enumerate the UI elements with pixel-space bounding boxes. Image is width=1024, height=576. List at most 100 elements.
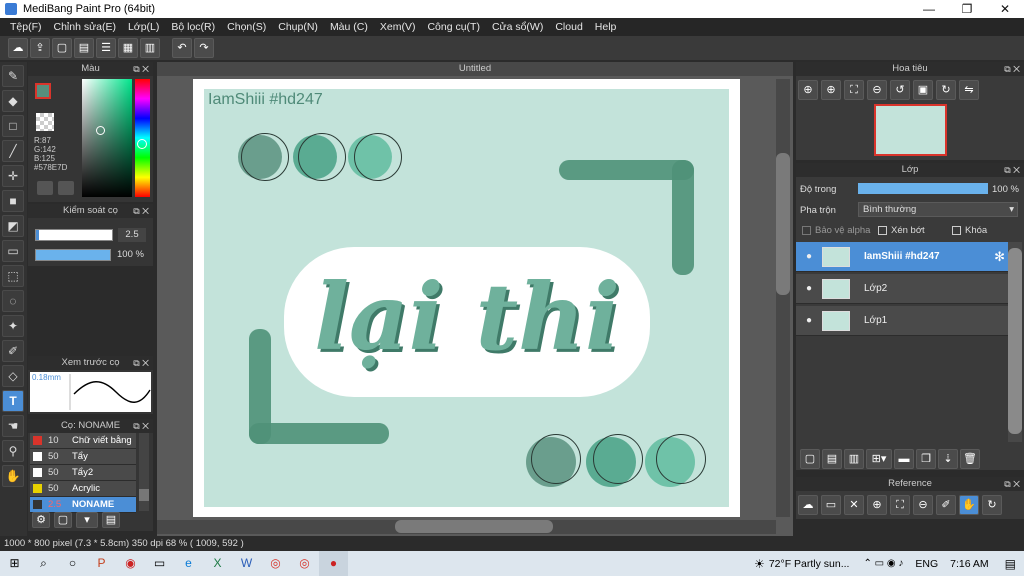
color-preset-icon-2[interactable]: [58, 181, 74, 195]
operation-tool-icon[interactable]: ☚: [2, 415, 24, 437]
menu-snap[interactable]: Chụp(N): [272, 18, 324, 36]
zoom-in-2-icon[interactable]: ⊕: [821, 80, 841, 100]
move-tool-icon[interactable]: ✛: [2, 165, 24, 187]
brush-list-item[interactable]: 50 Acrylic: [30, 481, 136, 497]
grid-icon[interactable]: ▥: [140, 38, 160, 58]
menu-layer[interactable]: Lớp(L): [122, 18, 165, 36]
layer-visibility-icon[interactable]: ●: [796, 315, 822, 326]
merge-layer-icon[interactable]: ⇣: [938, 449, 958, 469]
brush-list-item[interactable]: 10 Chữ viết bằng: [30, 433, 136, 449]
select-pen-icon[interactable]: ✐: [2, 340, 24, 362]
reference-zoom-in-icon[interactable]: ⊕: [867, 495, 887, 515]
flip-icon[interactable]: ⇋: [959, 80, 979, 100]
reference-eyedropper-icon[interactable]: ✐: [936, 495, 956, 515]
menu-filter[interactable]: Bộ lọc(R): [165, 18, 221, 36]
rotate-right-icon[interactable]: ↻: [936, 80, 956, 100]
weather-text[interactable]: 72°F Partly sun...: [769, 558, 850, 570]
reference-rotate-icon[interactable]: ↻: [982, 495, 1002, 515]
reference-open-icon[interactable]: ▭: [821, 495, 841, 515]
layers-scrollbar[interactable]: [1008, 242, 1022, 442]
hue-slider[interactable]: [135, 79, 150, 197]
canvas-area[interactable]: Untitled IamShiii #hd247 lại thi: [157, 62, 793, 536]
minimize-button[interactable]: —: [910, 0, 948, 18]
rotate-left-icon[interactable]: ↺: [890, 80, 910, 100]
panel-icon[interactable]: ▦: [118, 38, 138, 58]
delete-layer-icon[interactable]: 🗑: [960, 449, 980, 469]
brush-list-item[interactable]: 50 Tẩy2: [30, 465, 136, 481]
powerpoint-icon[interactable]: P: [87, 551, 116, 576]
redo-icon[interactable]: ↷: [194, 38, 214, 58]
new-layer-icon[interactable]: ▢: [800, 449, 820, 469]
hand-tool-icon[interactable]: ✋: [2, 465, 24, 487]
close-icon[interactable]: ⧉ ✕: [1004, 477, 1020, 491]
menu-color[interactable]: Màu (C): [324, 18, 374, 36]
saturation-value-picker[interactable]: [82, 79, 132, 197]
brush-size-value[interactable]: 2.5: [118, 228, 146, 242]
blend-select[interactable]: Bình thường ▾: [858, 202, 1018, 217]
layer-row[interactable]: ● Lớp2: [796, 274, 1008, 304]
brush-add-icon[interactable]: ⚙: [32, 512, 50, 528]
brush-opacity-slider[interactable]: [35, 249, 111, 261]
folder-icon[interactable]: ▬: [894, 449, 914, 469]
shape-tool-icon[interactable]: □: [2, 115, 24, 137]
bucket-tool-icon[interactable]: ◩: [2, 215, 24, 237]
gear-icon[interactable]: ✻: [994, 249, 1005, 265]
brush-list-item[interactable]: 2.5 NONAME: [30, 497, 136, 513]
color-preset-icon[interactable]: [37, 181, 53, 195]
layer-visibility-icon[interactable]: ●: [796, 283, 822, 294]
brush-list-scrollbar[interactable]: [139, 433, 149, 511]
new-halftone-layer-icon[interactable]: ▤: [822, 449, 842, 469]
duplicate-layer-icon[interactable]: ❐: [916, 449, 936, 469]
chrome-icon[interactable]: ◎: [261, 551, 290, 576]
zoom-in-icon[interactable]: ⊕: [798, 80, 818, 100]
canvas-hscrollbar[interactable]: [157, 520, 776, 534]
edge-icon[interactable]: e: [174, 551, 203, 576]
brush-menu-icon[interactable]: ▾: [76, 512, 98, 528]
document-tab[interactable]: Untitled: [157, 62, 793, 76]
app-icon-red[interactable]: ◉: [116, 551, 145, 576]
monitor-icon[interactable]: ▭: [145, 551, 174, 576]
transparent-color-swatch[interactable]: [36, 113, 54, 131]
text-tool-icon[interactable]: T: [2, 390, 24, 412]
canvas-paper[interactable]: IamShiii #hd247 lại thi: [193, 79, 740, 517]
chrome-icon-2[interactable]: ◎: [290, 551, 319, 576]
menu-edit[interactable]: Chỉnh sửa(E): [48, 18, 122, 36]
primary-color-swatch[interactable]: [35, 83, 51, 99]
undo-icon[interactable]: ↶: [172, 38, 192, 58]
eyedropper-icon[interactable]: ⚲: [2, 440, 24, 462]
reference-hand-icon[interactable]: ✋: [959, 495, 979, 515]
brush-size-slider[interactable]: [35, 229, 113, 241]
brush-settings-icon[interactable]: ▤: [102, 512, 120, 528]
layer-visibility-icon[interactable]: ●: [796, 251, 822, 262]
menu-view[interactable]: Xem(V): [374, 18, 422, 36]
excel-icon[interactable]: X: [203, 551, 232, 576]
brush-new-icon[interactable]: ▢: [54, 512, 72, 528]
notification-icon[interactable]: ▤: [1005, 557, 1016, 571]
tray-icons[interactable]: ⌃ ▭ ◉ ♪: [863, 558, 903, 569]
menu-window[interactable]: Cửa sổ(W): [486, 18, 549, 36]
actual-size-icon[interactable]: ▣: [913, 80, 933, 100]
reference-cloud-icon[interactable]: ☁: [798, 495, 818, 515]
upload-icon[interactable]: ⇪: [30, 38, 50, 58]
close-icon[interactable]: ⧉ ✕: [1004, 62, 1020, 76]
new-8bit-layer-icon[interactable]: ▥: [844, 449, 864, 469]
menu-file[interactable]: Tệp(F): [4, 18, 48, 36]
medibang-icon[interactable]: ●: [319, 551, 348, 576]
zoom-out-icon[interactable]: ⊖: [867, 80, 887, 100]
lock-checkbox[interactable]: [952, 226, 961, 235]
search-icon[interactable]: ⌕: [29, 551, 58, 576]
select-eraser-icon[interactable]: ◇: [2, 365, 24, 387]
reference-close-icon[interactable]: ✕: [844, 495, 864, 515]
brush-tool-icon[interactable]: ✎: [2, 65, 24, 87]
close-icon[interactable]: ⧉ ✕: [133, 204, 149, 218]
hue-slider-handle[interactable]: [137, 139, 147, 149]
task-view-icon[interactable]: ○: [58, 551, 87, 576]
gradient-tool-icon[interactable]: ▭: [2, 240, 24, 262]
close-button[interactable]: ✕: [986, 0, 1024, 18]
line-tool-icon[interactable]: ╱: [2, 140, 24, 162]
eraser-tool-icon[interactable]: ◆: [2, 90, 24, 112]
cloud-icon[interactable]: ☁: [8, 38, 28, 58]
restore-button[interactable]: ❐: [948, 0, 986, 18]
fill-rect-icon[interactable]: ■: [2, 190, 24, 212]
word-icon[interactable]: W: [232, 551, 261, 576]
